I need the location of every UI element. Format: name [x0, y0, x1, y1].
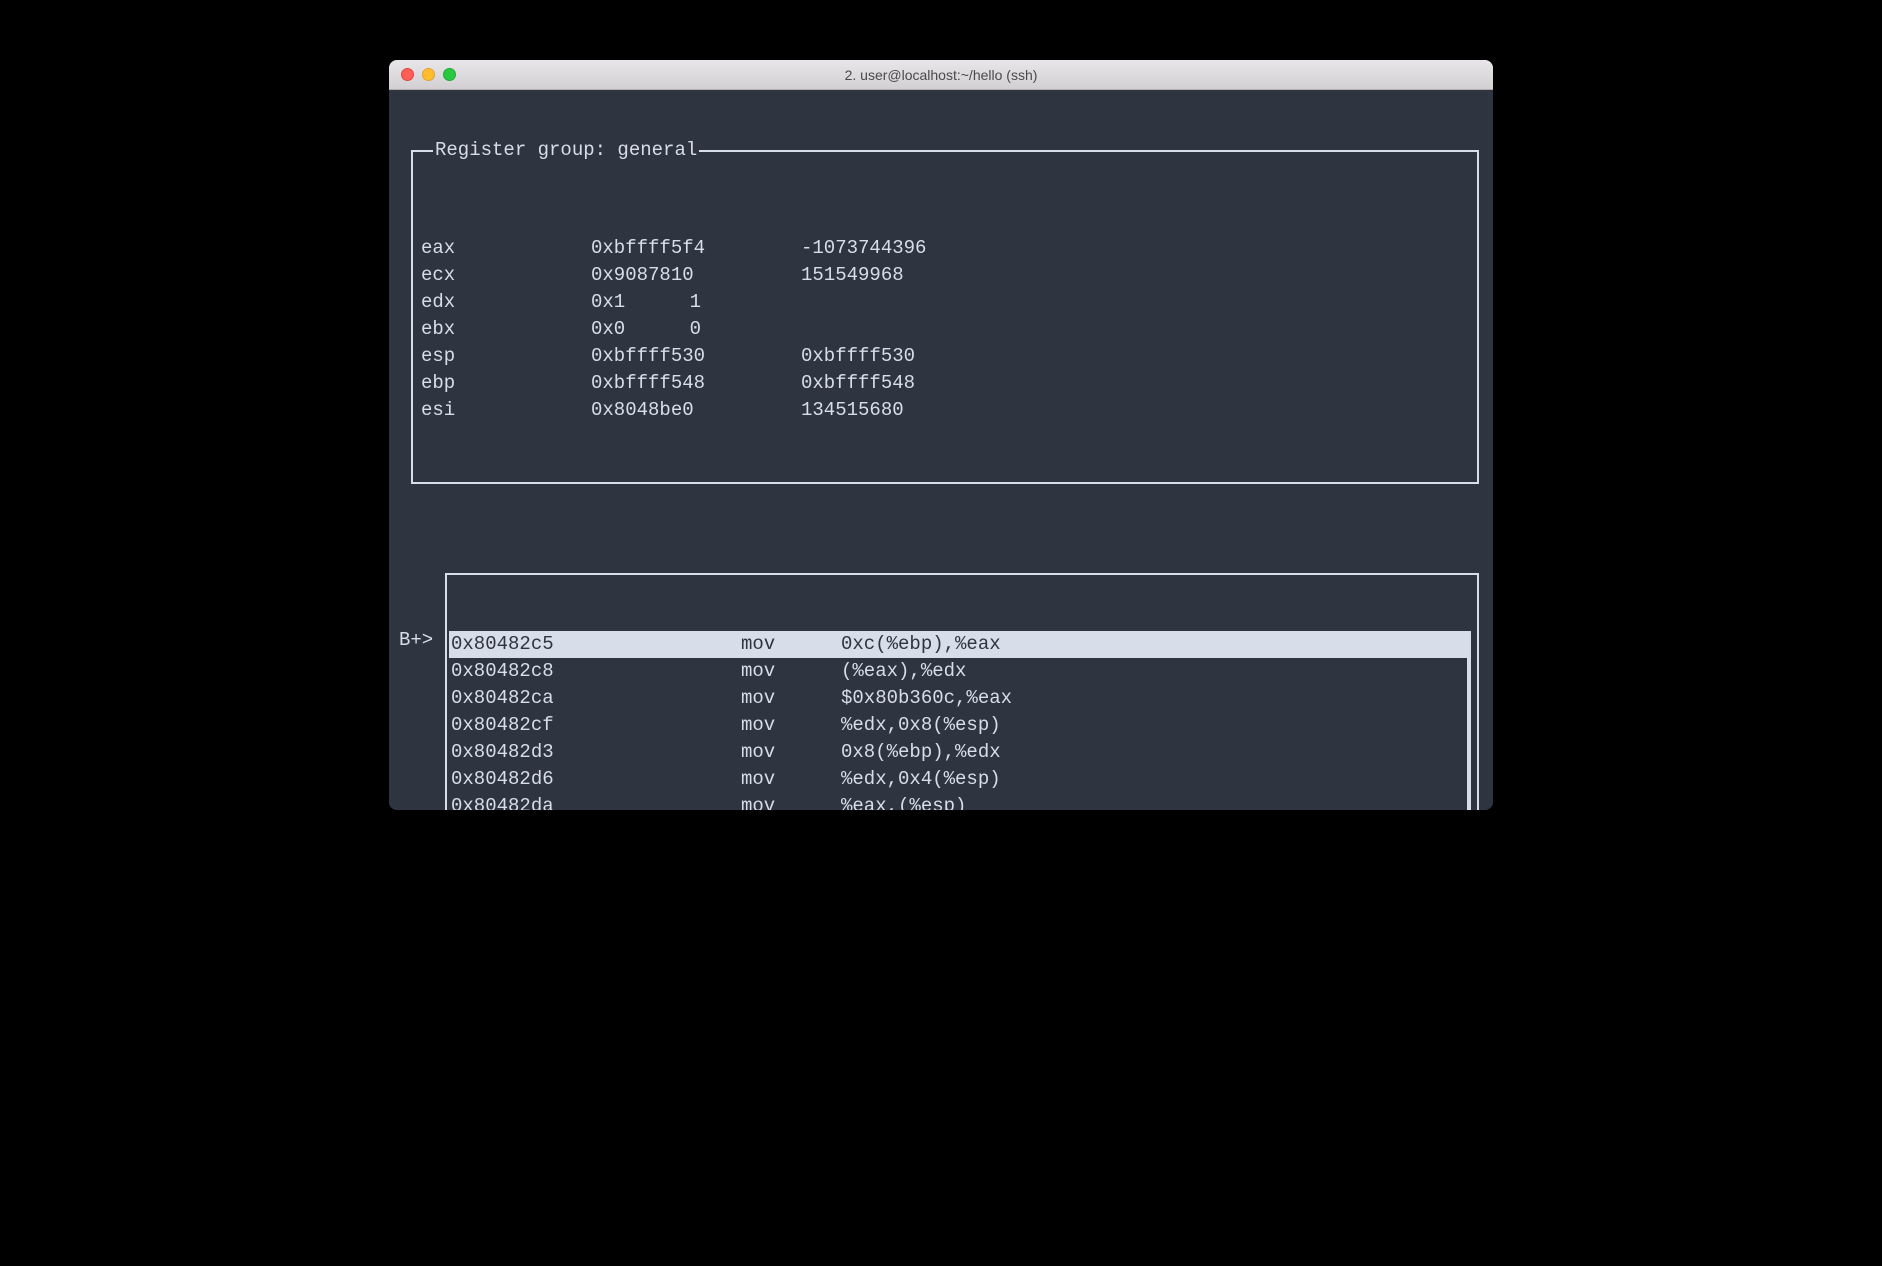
window-title: 2. user@localhost:~/hello (ssh) — [389, 67, 1493, 83]
register-value: -1073744396 — [801, 235, 926, 262]
asm-row: 0x80482d6 mov%edx,0x4(%esp) — [449, 766, 1467, 793]
asm-address: 0x80482c5 — [451, 631, 581, 658]
breakpoint-gutter: B+> — [397, 573, 445, 810]
register-value: 134515680 — [801, 397, 904, 424]
asm-address: 0x80482d3 — [451, 739, 581, 766]
register-row: ecx0x9087810151549968 — [421, 262, 1469, 289]
disassembly-panel: B+> 0x80482c5mov0xc(%ebp),%eax0x80482c8m… — [397, 573, 1485, 810]
asm-mnemonic: mov — [741, 631, 841, 658]
asm-mnemonic: mov — [741, 658, 841, 685]
register-value: 151549968 — [801, 262, 904, 289]
register-row: edx0x11 — [421, 289, 1469, 316]
asm-row: 0x80482c8 mov(%eax),%edx — [449, 658, 1467, 685]
register-row: eax0xbffff5f4-1073744396 — [421, 235, 1469, 262]
register-row: esi0x8048be0134515680 — [421, 397, 1469, 424]
asm-operands: %eax,(%esp) — [841, 793, 1467, 810]
asm-address: 0x80482da — [451, 793, 581, 810]
register-row: ebp0xbffff5480xbffff548 — [421, 370, 1469, 397]
register-hex: 0x0 — [591, 316, 651, 343]
register-hex: 0x1 — [591, 289, 651, 316]
register-value: 0xbffff530 — [801, 343, 915, 370]
register-hex: 0xbffff548 — [591, 370, 801, 397]
asm-row: 0x80482d3 mov0x8(%ebp),%edx — [449, 739, 1467, 766]
asm-mnemonic: mov — [741, 685, 841, 712]
register-name: edx — [421, 289, 591, 316]
breakpoint-marker: B+> — [399, 627, 445, 654]
register-name: esi — [421, 397, 591, 424]
asm-address: 0x80482d6 — [451, 766, 581, 793]
register-name: ebx — [421, 316, 591, 343]
asm-row: 0x80482c5 mov0xc(%ebp),%eax — [449, 631, 1467, 658]
asm-address: 0x80482cf — [451, 712, 581, 739]
titlebar: 2. user@localhost:~/hello (ssh) — [389, 60, 1493, 90]
asm-mnemonic: mov — [741, 793, 841, 810]
register-hex: 0xbffff5f4 — [591, 235, 801, 262]
asm-row: 0x80482da mov%eax,(%esp) — [449, 793, 1467, 810]
asm-row: 0x80482cf mov%edx,0x8(%esp) — [449, 712, 1467, 739]
asm-operands: %edx,0x4(%esp) — [841, 766, 1467, 793]
close-icon[interactable] — [401, 68, 414, 81]
asm-address: 0x80482c8 — [451, 658, 581, 685]
asm-mnemonic: mov — [741, 712, 841, 739]
asm-operands: 0x8(%ebp),%edx — [841, 739, 1467, 766]
register-hex: 0x9087810 — [591, 262, 801, 289]
zoom-icon[interactable] — [443, 68, 456, 81]
asm-operands: $0x80b360c,%eax — [841, 685, 1467, 712]
registers-panel-title: Register group: general — [433, 137, 699, 164]
asm-operands: %edx,0x8(%esp) — [841, 712, 1467, 739]
asm-row: 0x80482ca mov$0x80b360c,%eax — [449, 685, 1467, 712]
asm-function — [581, 739, 741, 766]
register-name: esp — [421, 343, 591, 370]
asm-mnemonic: mov — [741, 739, 841, 766]
register-name: eax — [421, 235, 591, 262]
minimize-icon[interactable] — [422, 68, 435, 81]
register-name: ecx — [421, 262, 591, 289]
disassembly-box: 0x80482c5mov0xc(%ebp),%eax0x80482c8mov(%… — [445, 573, 1479, 810]
register-row: esp0xbffff5300xbffff530 — [421, 343, 1469, 370]
asm-function — [581, 766, 741, 793]
asm-operands: 0xc(%ebp),%eax — [841, 631, 1467, 658]
asm-function — [581, 712, 741, 739]
asm-function — [581, 685, 741, 712]
register-name: ebp — [421, 370, 591, 397]
asm-function — [581, 793, 741, 810]
terminal-window: 2. user@localhost:~/hello (ssh) Register… — [389, 60, 1493, 810]
traffic-lights — [389, 68, 456, 81]
register-value: 0xbffff548 — [801, 370, 915, 397]
asm-address: 0x80482ca — [451, 685, 581, 712]
asm-function — [581, 658, 741, 685]
asm-operands: (%eax),%edx — [841, 658, 1467, 685]
asm-function — [581, 631, 741, 658]
register-hex: 0x8048be0 — [591, 397, 801, 424]
register-row: ebx0x00 — [421, 316, 1469, 343]
register-value: 1 — [651, 289, 711, 316]
registers-panel: Register group: general eax0xbffff5f4-10… — [411, 150, 1479, 484]
register-value: 0 — [651, 316, 711, 343]
register-hex: 0xbffff530 — [591, 343, 801, 370]
asm-mnemonic: mov — [741, 766, 841, 793]
terminal-body[interactable]: Register group: general eax0xbffff5f4-10… — [389, 90, 1493, 810]
